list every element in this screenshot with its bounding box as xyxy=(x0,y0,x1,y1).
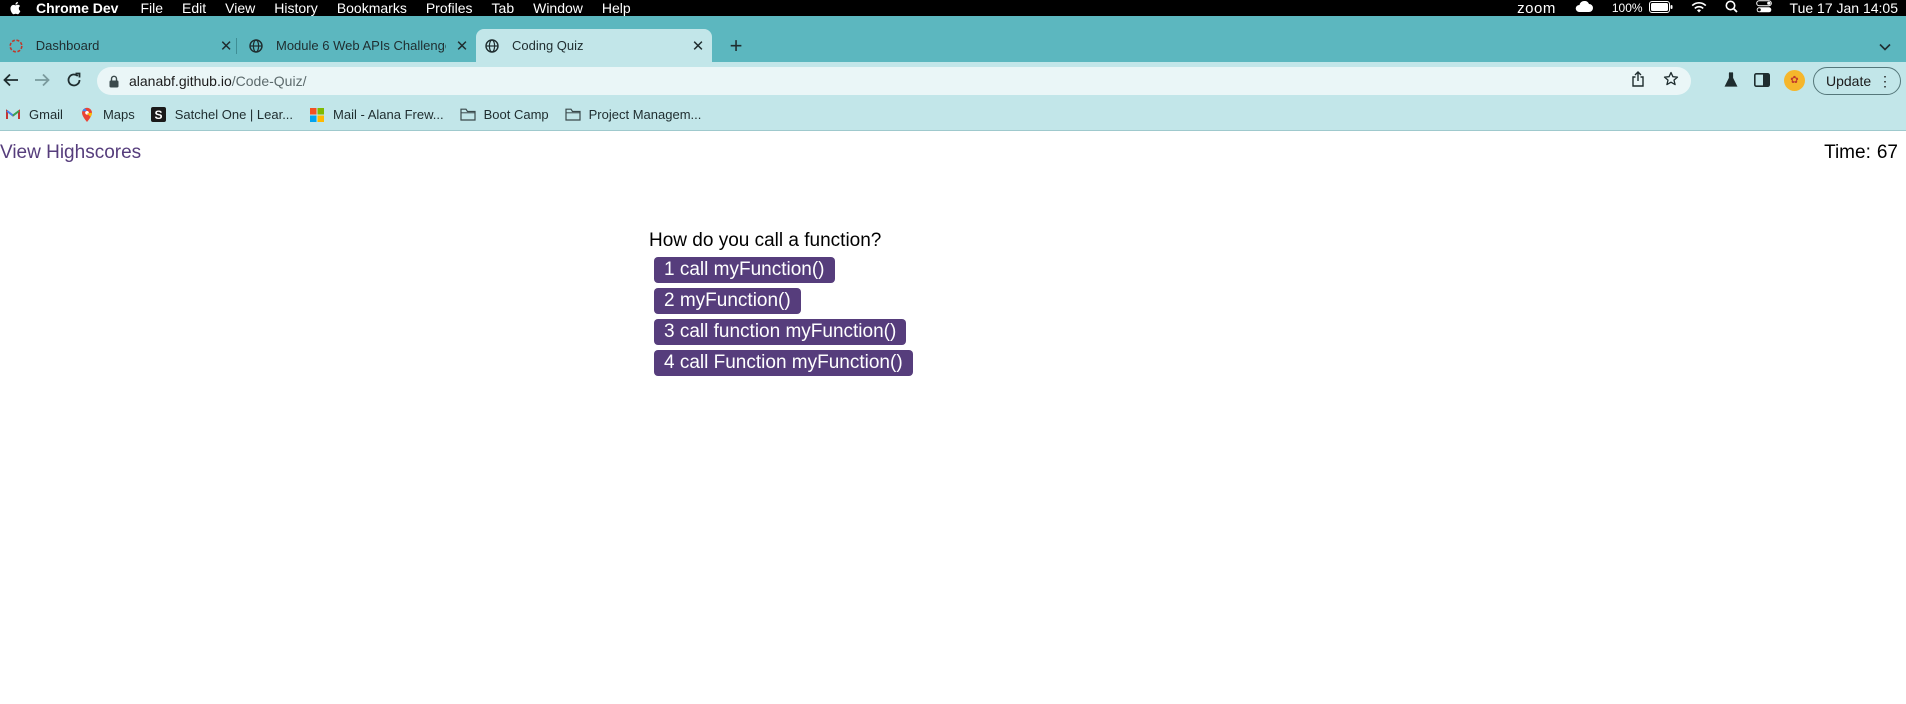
url-host: alanabf.github.io xyxy=(129,73,232,89)
battery-percent: 100% xyxy=(1611,1,1643,15)
more-options-icon[interactable]: ⋮ xyxy=(1878,74,1892,88)
bookmark-label: Maps xyxy=(102,107,135,122)
globe-icon xyxy=(484,38,500,54)
bookmark-label: Boot Camp xyxy=(483,107,549,122)
macos-menu-bar: Chrome Dev File Edit View History Bookma… xyxy=(0,0,1906,17)
menu-app-name[interactable]: Chrome Dev xyxy=(36,0,118,16)
tab-module-6[interactable]: Module 6 Web APIs Challenge ✕ xyxy=(240,29,474,62)
lock-icon[interactable] xyxy=(108,74,120,88)
cloud-icon[interactable] xyxy=(1574,0,1594,16)
bookmark-label: Mail - Alana Frew... xyxy=(333,107,444,122)
bookmark-label: Gmail xyxy=(29,107,63,122)
microsoft-icon xyxy=(309,107,325,123)
bookmark-mail[interactable]: Mail - Alana Frew... xyxy=(309,107,444,123)
menu-edit[interactable]: Edit xyxy=(182,0,206,16)
menu-window[interactable]: Window xyxy=(533,0,583,16)
tab-dashboard[interactable]: Dashboard ✕ xyxy=(0,29,234,62)
menu-file[interactable]: File xyxy=(140,0,163,16)
close-icon[interactable]: ✕ xyxy=(690,38,706,55)
tab-title: Module 6 Web APIs Challenge xyxy=(276,38,446,53)
tab-coding-quiz[interactable]: Coding Quiz ✕ xyxy=(476,29,712,62)
answer-button-1[interactable]: 1 call myFunction() xyxy=(654,257,835,283)
menu-profiles[interactable]: Profiles xyxy=(426,0,473,16)
menubar-status-area: zoom 100% Tue 17 Jan 14:05 xyxy=(1517,0,1906,17)
reload-icon[interactable] xyxy=(64,70,84,90)
update-button-label: Update xyxy=(1826,73,1872,89)
back-arrow-icon[interactable] xyxy=(1,70,21,90)
bookmark-label: Project Managem... xyxy=(588,107,702,122)
satchel-icon: S xyxy=(151,107,167,123)
answer-button-4[interactable]: 4 call Function myFunction() xyxy=(654,350,913,376)
quiz-timer: Time: 67 xyxy=(1824,142,1898,164)
bookmark-folder-boot-camp[interactable]: Boot Camp xyxy=(459,107,549,123)
bookmark-gmail[interactable]: Gmail xyxy=(5,107,63,123)
profile-avatar[interactable]: ✿ xyxy=(1784,70,1805,91)
update-button[interactable]: Update ⋮ xyxy=(1813,67,1901,95)
share-icon[interactable] xyxy=(1631,70,1645,92)
spotlight-search-icon[interactable] xyxy=(1725,0,1738,16)
new-tab-button[interactable]: + xyxy=(726,33,746,58)
menu-tab[interactable]: Tab xyxy=(492,0,515,16)
menu-bookmarks[interactable]: Bookmarks xyxy=(337,0,407,16)
bookmark-label: Satchel One | Lear... xyxy=(174,107,294,122)
zoom-status-item[interactable]: zoom xyxy=(1517,0,1556,17)
menu-view[interactable]: View xyxy=(225,0,255,16)
browser-tab-strip: Dashboard ✕ Module 6 Web APIs Challenge … xyxy=(0,16,1906,62)
answer-button-2[interactable]: 2 myFunction() xyxy=(654,288,801,314)
timer-label: Time: xyxy=(1824,142,1871,163)
bookmark-maps[interactable]: Maps xyxy=(79,107,135,123)
folder-icon xyxy=(459,107,476,123)
labs-flask-icon[interactable] xyxy=(1722,71,1740,89)
close-icon[interactable]: ✕ xyxy=(454,38,470,55)
browser-toolbar: alanabf.github.io/Code-Quiz/ ✿ Update ⋮ xyxy=(0,62,1906,99)
url-path: /Code-Quiz/ xyxy=(231,73,307,89)
answer-list: 1 call myFunction() 2 myFunction() 3 cal… xyxy=(649,257,913,376)
close-icon[interactable]: ✕ xyxy=(218,38,234,55)
tab-search-chevron-icon[interactable] xyxy=(1876,38,1894,56)
globe-icon xyxy=(248,38,264,54)
battery-icon[interactable] xyxy=(1648,0,1673,16)
forward-arrow-icon[interactable] xyxy=(32,70,52,90)
quiz-question-card: How do you call a function? 1 call myFun… xyxy=(649,230,913,376)
menu-history[interactable]: History xyxy=(274,0,318,16)
tab-title: Coding Quiz xyxy=(512,38,584,53)
timer-value: 67 xyxy=(1876,142,1898,163)
tab-divider xyxy=(236,38,237,54)
wifi-icon[interactable] xyxy=(1691,0,1707,16)
maps-icon xyxy=(79,107,95,123)
tab-title: Dashboard xyxy=(35,38,100,53)
answer-button-3[interactable]: 3 call function myFunction() xyxy=(654,319,907,345)
bookmark-star-icon[interactable] xyxy=(1663,71,1679,92)
control-center-icon[interactable] xyxy=(1755,0,1772,16)
menubar-datetime[interactable]: Tue 17 Jan 14:05 xyxy=(1790,0,1898,16)
folder-icon xyxy=(565,107,581,123)
question-text: How do you call a function? xyxy=(649,230,882,251)
gmail-icon xyxy=(5,107,21,123)
web-page-content: View Highscores Time: 67 How do you call… xyxy=(0,132,1906,704)
apple-icon[interactable] xyxy=(8,1,22,15)
address-bar[interactable]: alanabf.github.io/Code-Quiz/ xyxy=(97,67,1691,95)
side-panel-icon[interactable] xyxy=(1753,71,1771,89)
bookmark-satchel-one[interactable]: S Satchel One | Lear... xyxy=(151,107,293,123)
view-highscores-link[interactable]: View Highscores xyxy=(0,142,141,164)
address-bar-actions xyxy=(1631,70,1691,92)
svg-text:S: S xyxy=(155,108,163,122)
bookmark-folder-project-management[interactable]: Project Managem... xyxy=(565,107,702,123)
menu-help[interactable]: Help xyxy=(602,0,631,16)
dashboard-icon xyxy=(8,38,24,54)
bookmarks-bar: Gmail Maps S Satchel One | Lear... Mail … xyxy=(0,99,1906,131)
